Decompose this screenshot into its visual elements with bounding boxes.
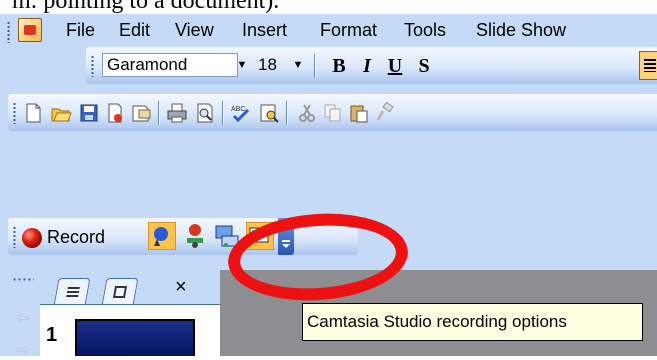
menu-tools[interactable]: Tools: [404, 20, 446, 41]
standard-toolbar-grip[interactable]: [13, 102, 16, 124]
record-label: Record: [47, 227, 106, 247]
toolbar-separator: [158, 101, 160, 125]
shadow-button[interactable]: S: [411, 53, 437, 79]
formatting-toolbar: Garamond ▼ 18 ▼ B I U S: [86, 47, 657, 84]
toolbar-separator: [286, 101, 288, 125]
toolbar-separator: [314, 54, 316, 78]
scroll-up-arrow-icon[interactable]: ⇦: [16, 308, 29, 328]
align-left-button[interactable]: [639, 51, 657, 80]
copy-icon[interactable]: [322, 102, 344, 124]
app-icon[interactable]: [18, 18, 42, 42]
save-icon[interactable]: [78, 102, 100, 124]
menu-bar: File Edit View Insert Format Tools Slide…: [0, 14, 657, 48]
size-dropdown-arrow-icon[interactable]: ▼: [290, 56, 306, 74]
toolbar-options-chevron-icon[interactable]: [278, 218, 294, 255]
recording-options-icon[interactable]: [246, 222, 274, 250]
camtasia-toolbar-grip[interactable]: [13, 226, 16, 248]
menu-format[interactable]: Format: [320, 20, 377, 41]
menu-grip[interactable]: [7, 21, 10, 43]
pane-grip[interactable]: [12, 278, 34, 281]
toolbar-separator: [222, 101, 224, 125]
new-icon[interactable]: [22, 102, 44, 124]
slide-thumbnail[interactable]: [75, 319, 195, 356]
camtasia-toolbar: Record: [8, 218, 358, 255]
font-size-combo[interactable]: 18: [258, 53, 292, 77]
powerpoint-window: File Edit View Insert Format Tools Slide…: [0, 14, 657, 359]
menu-slide-show[interactable]: Slide Show: [476, 20, 566, 41]
narration-icon[interactable]: [148, 222, 176, 250]
email-icon[interactable]: [130, 102, 152, 124]
permission-icon[interactable]: [104, 102, 126, 124]
tab-outline[interactable]: [53, 278, 91, 306]
menu-insert[interactable]: Insert: [242, 20, 287, 41]
close-pane-button[interactable]: ×: [175, 276, 187, 299]
formatting-toolbar-grip[interactable]: [91, 55, 94, 77]
menu-edit[interactable]: Edit: [119, 20, 150, 41]
italic-button[interactable]: I: [354, 53, 380, 79]
document-text-strip: m: pointing to a document).: [0, 0, 657, 14]
record-dot-icon: [22, 228, 42, 248]
tab-slides[interactable]: [101, 278, 139, 306]
print-preview-icon[interactable]: [194, 102, 216, 124]
record-audio-icon[interactable]: [214, 223, 240, 249]
camera-video-icon[interactable]: [182, 223, 208, 249]
menu-view[interactable]: View: [175, 20, 214, 41]
paste-icon[interactable]: [348, 102, 370, 124]
recording-options-tooltip: Camtasia Studio recording options: [302, 303, 643, 341]
research-icon[interactable]: [258, 102, 280, 124]
underline-button[interactable]: U: [382, 53, 408, 79]
scroll-down-arrow-icon[interactable]: ⇨: [16, 340, 29, 360]
bold-button[interactable]: B: [326, 53, 352, 79]
font-name-combo[interactable]: Garamond: [102, 53, 238, 77]
menu-file[interactable]: File: [66, 20, 95, 41]
svg-text:ABC: ABC: [231, 106, 245, 113]
document-snippet: m: pointing to a document).: [12, 0, 280, 14]
record-button[interactable]: Record: [20, 224, 138, 250]
format-painter-icon[interactable]: [374, 102, 396, 124]
spelling-icon[interactable]: ABC: [230, 102, 252, 124]
slide-number: 1: [46, 324, 58, 346]
print-icon[interactable]: [166, 102, 188, 124]
cut-icon[interactable]: [296, 102, 318, 124]
font-dropdown-arrow-icon[interactable]: ▼: [234, 56, 250, 74]
standard-toolbar: ABC: [8, 94, 657, 131]
open-icon[interactable]: [50, 102, 72, 124]
